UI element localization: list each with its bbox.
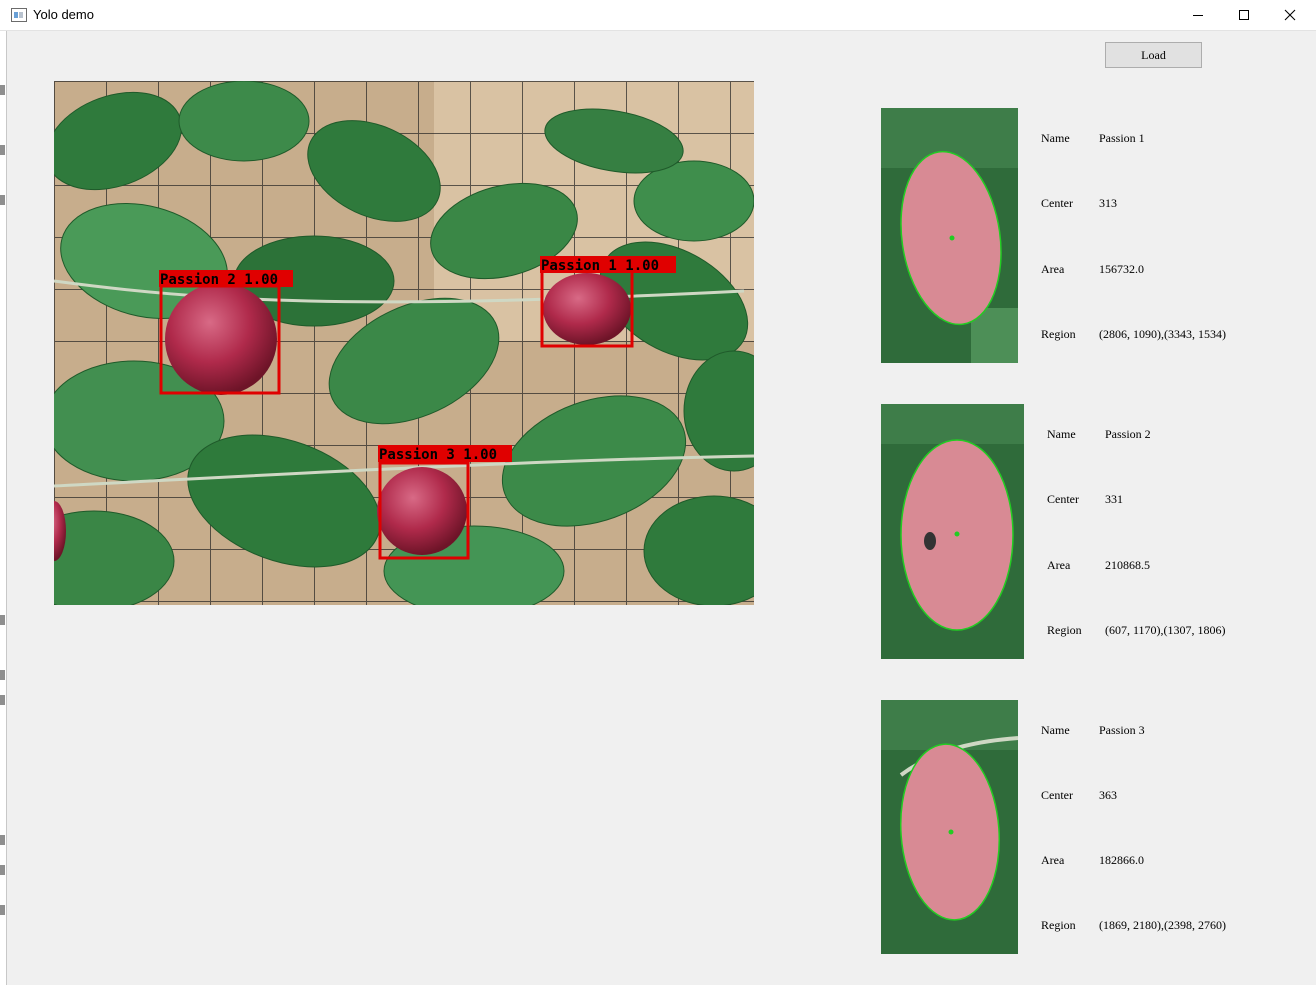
background-text-fragment (0, 695, 5, 705)
area-value: 182866.0 (1099, 853, 1144, 867)
background-text-fragment (0, 195, 5, 205)
background-text-fragment (0, 865, 5, 875)
area-label: Area (1047, 558, 1071, 572)
minimize-button[interactable] (1175, 0, 1221, 30)
fruit-passion-2 (165, 283, 277, 395)
maximize-button[interactable] (1221, 0, 1267, 30)
region-label: Region (1041, 327, 1076, 341)
background-text-fragment (0, 835, 5, 845)
detection-label: Passion 3 1.00 (379, 447, 497, 463)
area-label: Area (1041, 262, 1065, 276)
load-button[interactable]: Load (1105, 42, 1202, 68)
close-button[interactable] (1267, 0, 1313, 30)
crop-thumbnail-passion-3 (881, 700, 1018, 954)
region-value: (2806, 1090),(3343, 1534) (1099, 327, 1226, 341)
window-title: Yolo demo (33, 7, 94, 22)
center-label: Center (1041, 788, 1073, 802)
background-text-fragment (0, 145, 5, 155)
result-panel-2: Name Passion 2 Center 331 Area 210868.5 … (1047, 404, 1297, 659)
name-label: Name (1041, 723, 1070, 737)
region-value: (607, 1170),(1307, 1806) (1105, 623, 1226, 637)
area-label: Area (1041, 853, 1065, 867)
center-value: 363 (1099, 788, 1117, 802)
name-value: Passion 3 (1099, 723, 1145, 737)
name-value: Passion 2 (1105, 427, 1151, 441)
name-label: Name (1041, 131, 1070, 145)
app-window-icon (11, 8, 27, 22)
fruit-passion-3 (377, 467, 467, 555)
fruit-passion-1 (543, 273, 631, 345)
maximize-icon (1239, 10, 1249, 20)
name-value: Passion 1 (1099, 131, 1145, 145)
title-bar[interactable]: Yolo demo (0, 0, 1316, 31)
background-text-fragment (0, 615, 5, 625)
background-text-fragment (0, 85, 5, 95)
region-label: Region (1047, 623, 1082, 637)
crop-thumbnail-passion-1 (881, 108, 1018, 363)
detection-label: Passion 1 1.00 (541, 258, 659, 274)
area-value: 210868.5 (1105, 558, 1150, 572)
close-icon (1284, 9, 1296, 21)
background-text-fragment (0, 670, 5, 680)
background-text-fragment (0, 905, 5, 915)
region-value: (1869, 2180),(2398, 2760) (1099, 918, 1226, 932)
region-label: Region (1041, 918, 1076, 932)
background-window-edge (0, 30, 7, 985)
center-label: Center (1047, 492, 1079, 506)
center-label: Center (1041, 196, 1073, 210)
result-panel-1: Name Passion 1 Center 313 Area 156732.0 … (1041, 108, 1291, 363)
detection-label: Passion 2 1.00 (160, 272, 278, 288)
result-panel-3: Name Passion 3 Center 363 Area 182866.0 … (1041, 700, 1291, 954)
area-value: 156732.0 (1099, 262, 1144, 276)
name-label: Name (1047, 427, 1076, 441)
center-value: 313 (1099, 196, 1117, 210)
crop-thumbnail-passion-2 (881, 404, 1024, 659)
center-value: 331 (1105, 492, 1123, 506)
detection-image: Passion 2 1.00 Passion 1 1.00 Passion 3 … (54, 81, 754, 605)
minimize-icon (1193, 15, 1203, 16)
